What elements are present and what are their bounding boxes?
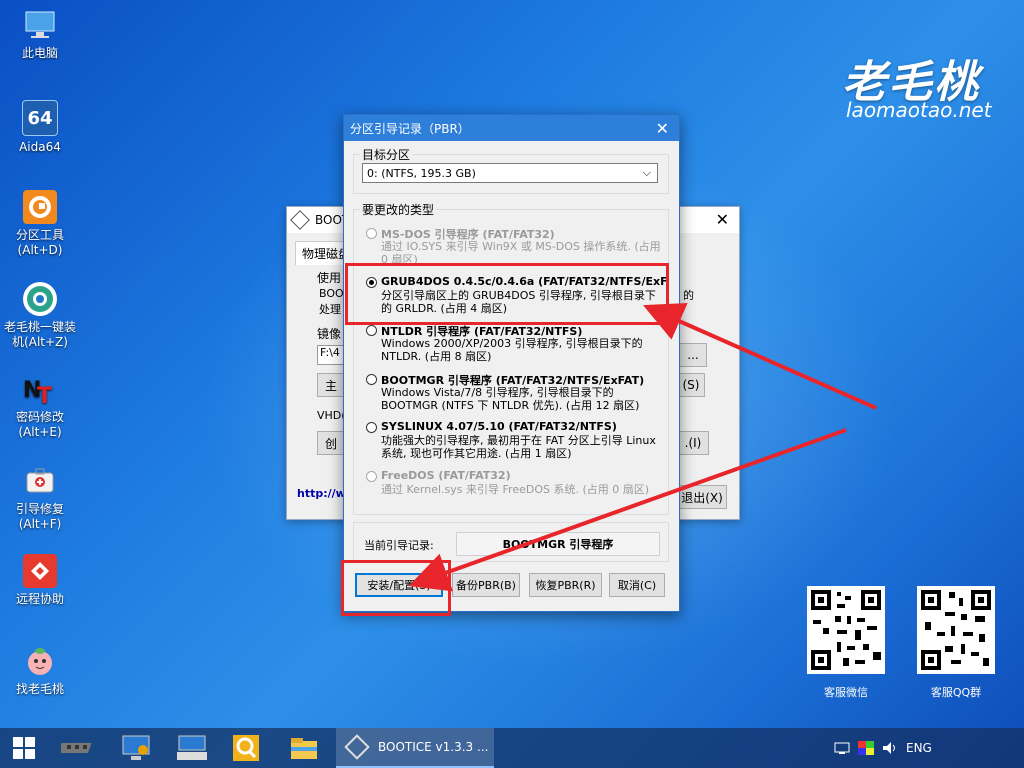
arrow-to-grub4dos (643, 303, 877, 410)
taskbar: BOOTICE v1.3.3 ... ENG (0, 728, 1024, 768)
arrow-to-install (408, 428, 847, 592)
taskbar-file-explorer-icon[interactable] (282, 732, 326, 764)
taskbar-device-manager-icon[interactable] (114, 732, 158, 764)
taskbar-memory-icon[interactable] (56, 732, 100, 764)
bootice-app-icon (344, 734, 370, 760)
taskbar-keyboard-icon[interactable] (170, 732, 214, 764)
windows-logo-icon (13, 737, 35, 759)
taskbar-search-tool-icon[interactable] (224, 732, 268, 764)
start-button[interactable] (2, 732, 46, 764)
annotation-arrows (408, 303, 877, 592)
taskbar-bootice-button[interactable]: BOOTICE v1.3.3 ... (336, 728, 494, 768)
network-icon[interactable] (834, 741, 850, 758)
volume-icon[interactable] (882, 741, 898, 758)
taskbar-bootice-label: BOOTICE v1.3.3 ... (378, 740, 489, 754)
display-color-icon[interactable] (858, 741, 874, 758)
language-indicator[interactable]: ENG (906, 741, 932, 755)
